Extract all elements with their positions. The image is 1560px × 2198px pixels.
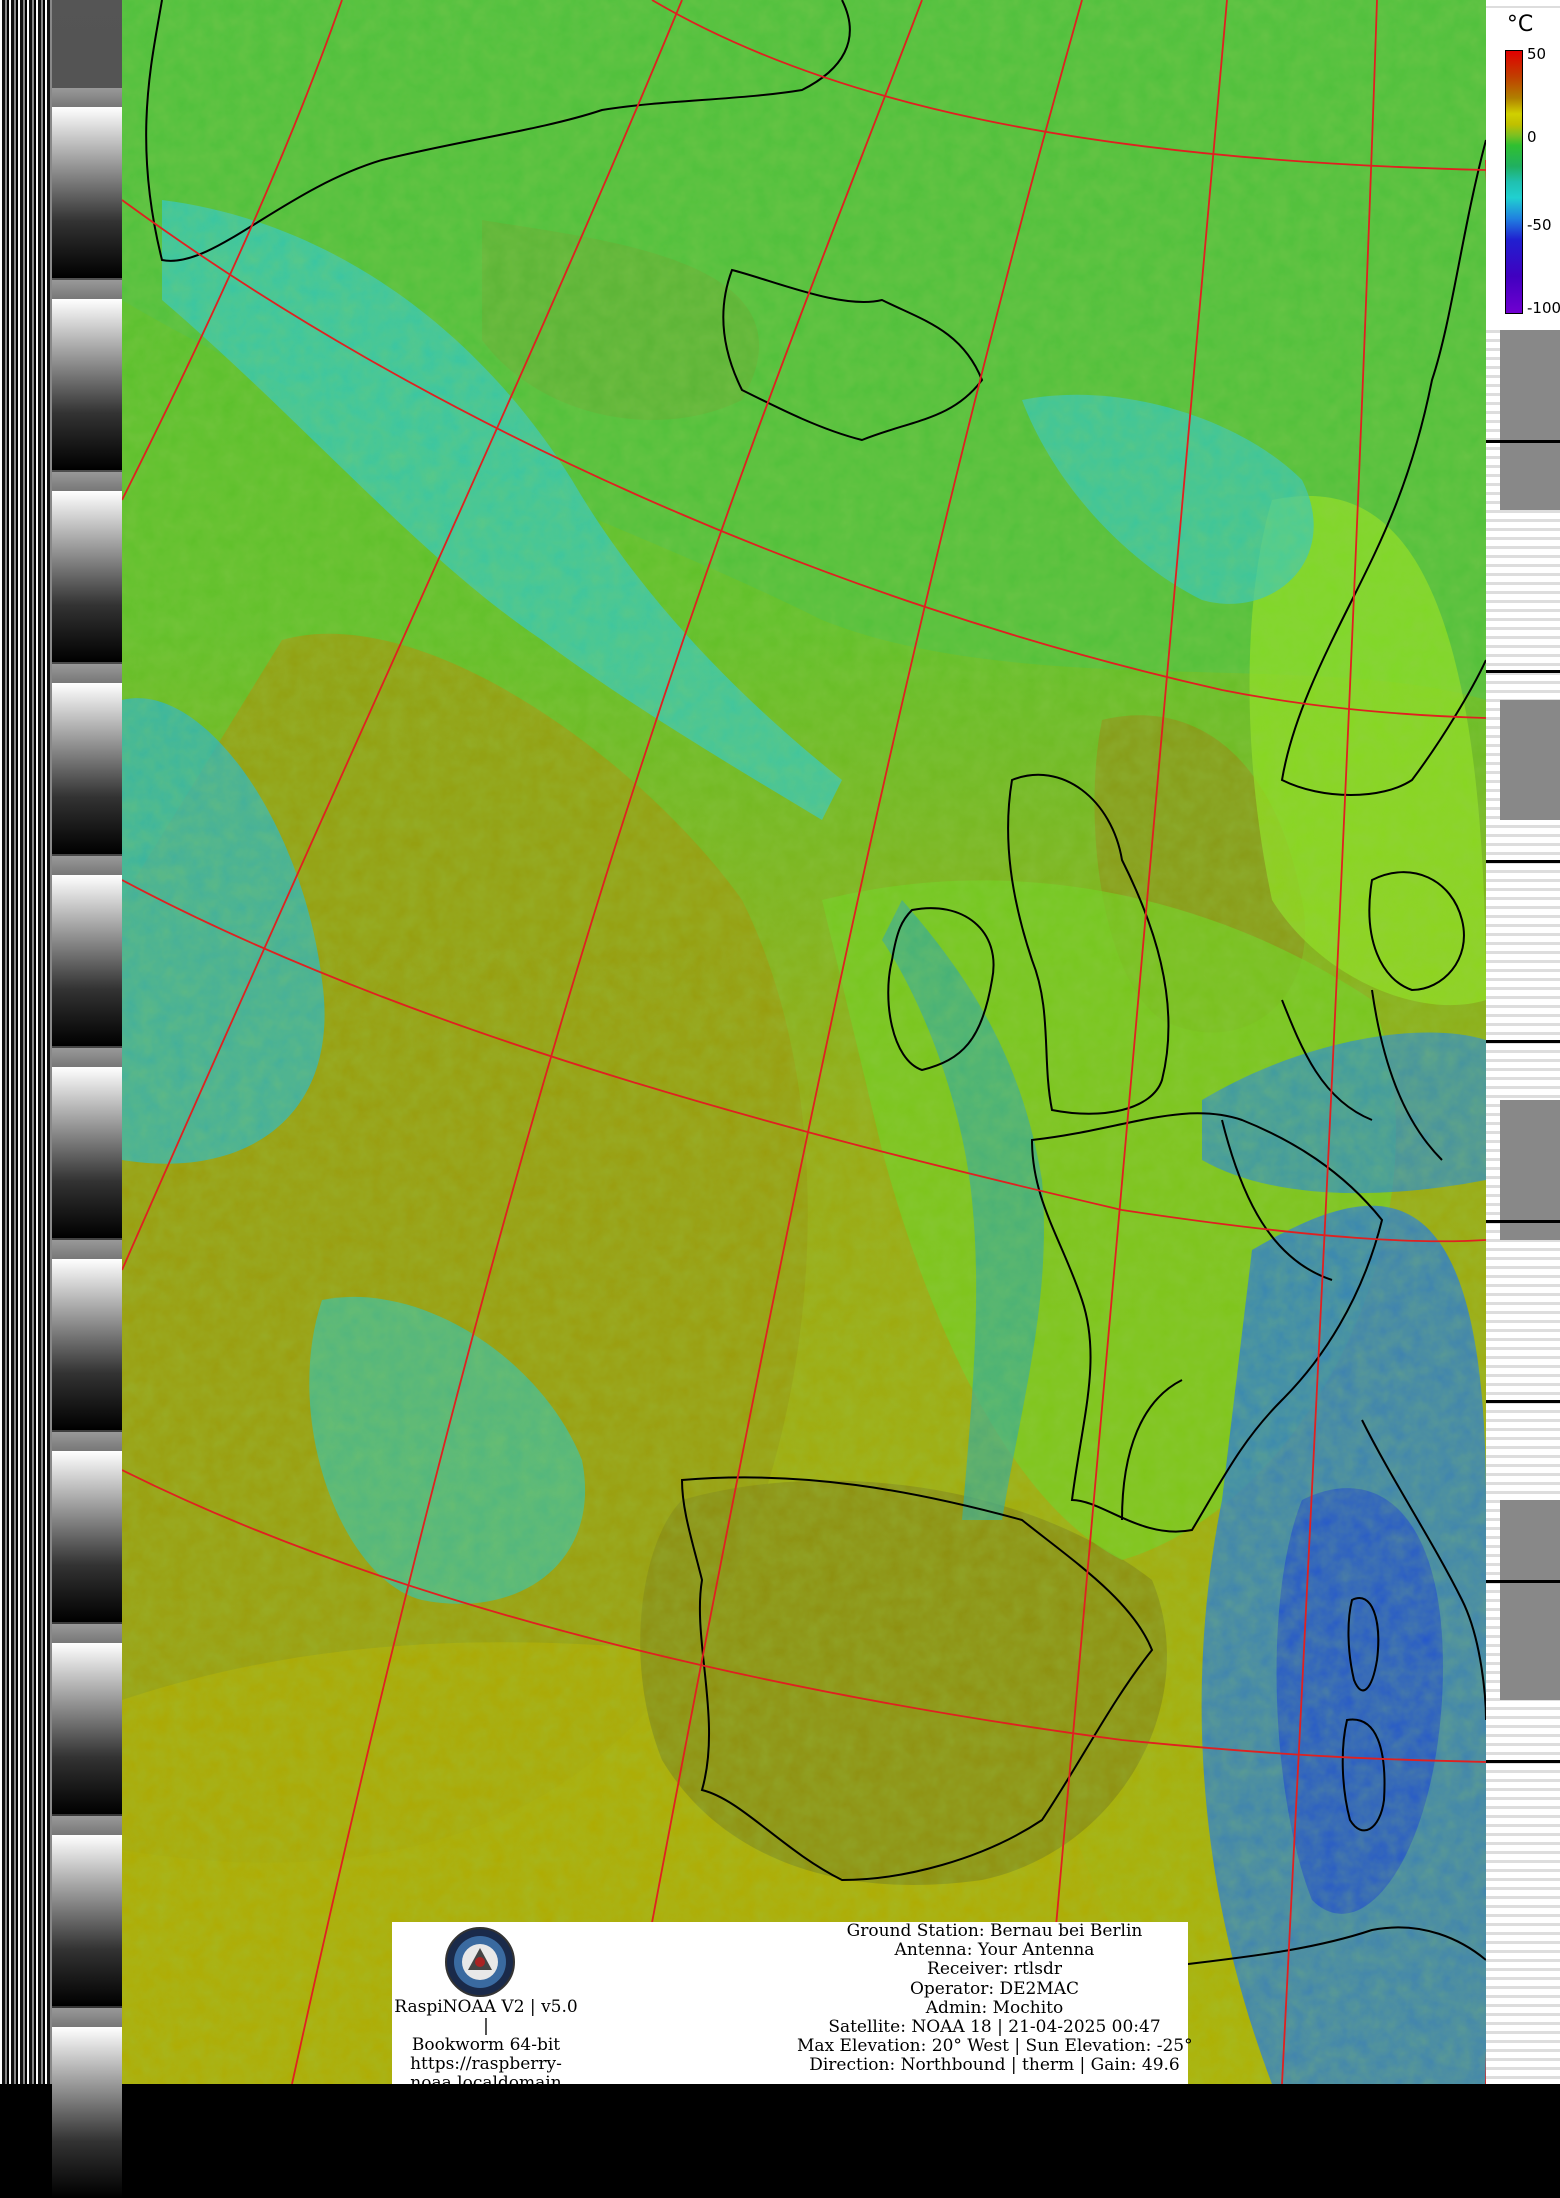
colorbar-tick: 0 xyxy=(1527,128,1537,146)
telemetry-wedge xyxy=(52,2008,122,2198)
telemetry-divider xyxy=(1486,1220,1560,1223)
telemetry-divider xyxy=(1486,860,1560,863)
telemetry-gray-block xyxy=(1500,1500,1560,1700)
telemetry-gray-block xyxy=(1500,330,1560,510)
station-line: Satellite: NOAA 18 | 21-04-2025 00:47 xyxy=(828,2017,1161,2038)
telemetry-wedge xyxy=(52,1624,122,1814)
telemetry-wedge xyxy=(52,1816,122,2006)
telemetry-wedge xyxy=(52,1048,122,1238)
raspinoaa-logo-icon xyxy=(445,1927,515,1997)
telemetry-divider xyxy=(1486,440,1560,443)
colorbar-unit: °C xyxy=(1506,12,1534,37)
colorbar-tick: -50 xyxy=(1527,216,1552,234)
telemetry-gray-block xyxy=(1500,1100,1560,1240)
colorbar-tick: 50 xyxy=(1527,45,1547,63)
telemetry-divider xyxy=(1486,1580,1560,1583)
software-line: Bookworm 64-bit xyxy=(411,2035,561,2055)
station-line: Receiver: rtlsdr xyxy=(927,1959,1062,1980)
telemetry-wedge xyxy=(52,664,122,854)
colorbar-tick: -100 xyxy=(1527,299,1560,317)
station-info: Ground Station: Bernau bei Berlin Antenn… xyxy=(797,1921,1193,2076)
telemetry-wedge xyxy=(52,1432,122,1622)
software-line: RaspiNOAA V2 | v5.0 | xyxy=(394,1997,578,2036)
station-line: Operator: DE2MAC xyxy=(909,1978,1079,1999)
telemetry-wedge xyxy=(52,280,122,470)
colorbar-gradient xyxy=(1505,50,1523,314)
sync-strip xyxy=(0,0,52,2084)
telemetry-wedge xyxy=(52,472,122,662)
info-panel: RaspiNOAA V2 | v5.0 | Bookworm 64-bit ht… xyxy=(392,1921,1193,2093)
station-line: Ground Station: Bernau bei Berlin xyxy=(846,1921,1143,1941)
telemetry-divider xyxy=(1486,1400,1560,1403)
telemetry-divider xyxy=(1486,1040,1560,1043)
telemetry-divider xyxy=(1486,1760,1560,1763)
telemetry-wedge-strip xyxy=(52,0,122,2198)
station-line: Max Elevation: 20° West | Sun Elevation:… xyxy=(797,2036,1193,2057)
telemetry-wedge xyxy=(52,1240,122,1430)
station-line: Admin: Mochito xyxy=(925,1997,1064,2018)
station-line: Antenna: Your Antenna xyxy=(894,1940,1095,1961)
telemetry-gray-block xyxy=(1500,700,1560,820)
telemetry-divider xyxy=(1486,670,1560,673)
satellite-thermal-map xyxy=(122,0,1486,2084)
software-line: https://raspberry- xyxy=(410,2054,562,2074)
telemetry-wedge xyxy=(52,856,122,1046)
software-info: RaspiNOAA V2 | v5.0 | Bookworm 64-bit ht… xyxy=(392,1998,580,2093)
telemetry-wedge xyxy=(52,88,122,278)
station-line: Direction: Northbound | therm | Gain: 49… xyxy=(809,2055,1180,2076)
